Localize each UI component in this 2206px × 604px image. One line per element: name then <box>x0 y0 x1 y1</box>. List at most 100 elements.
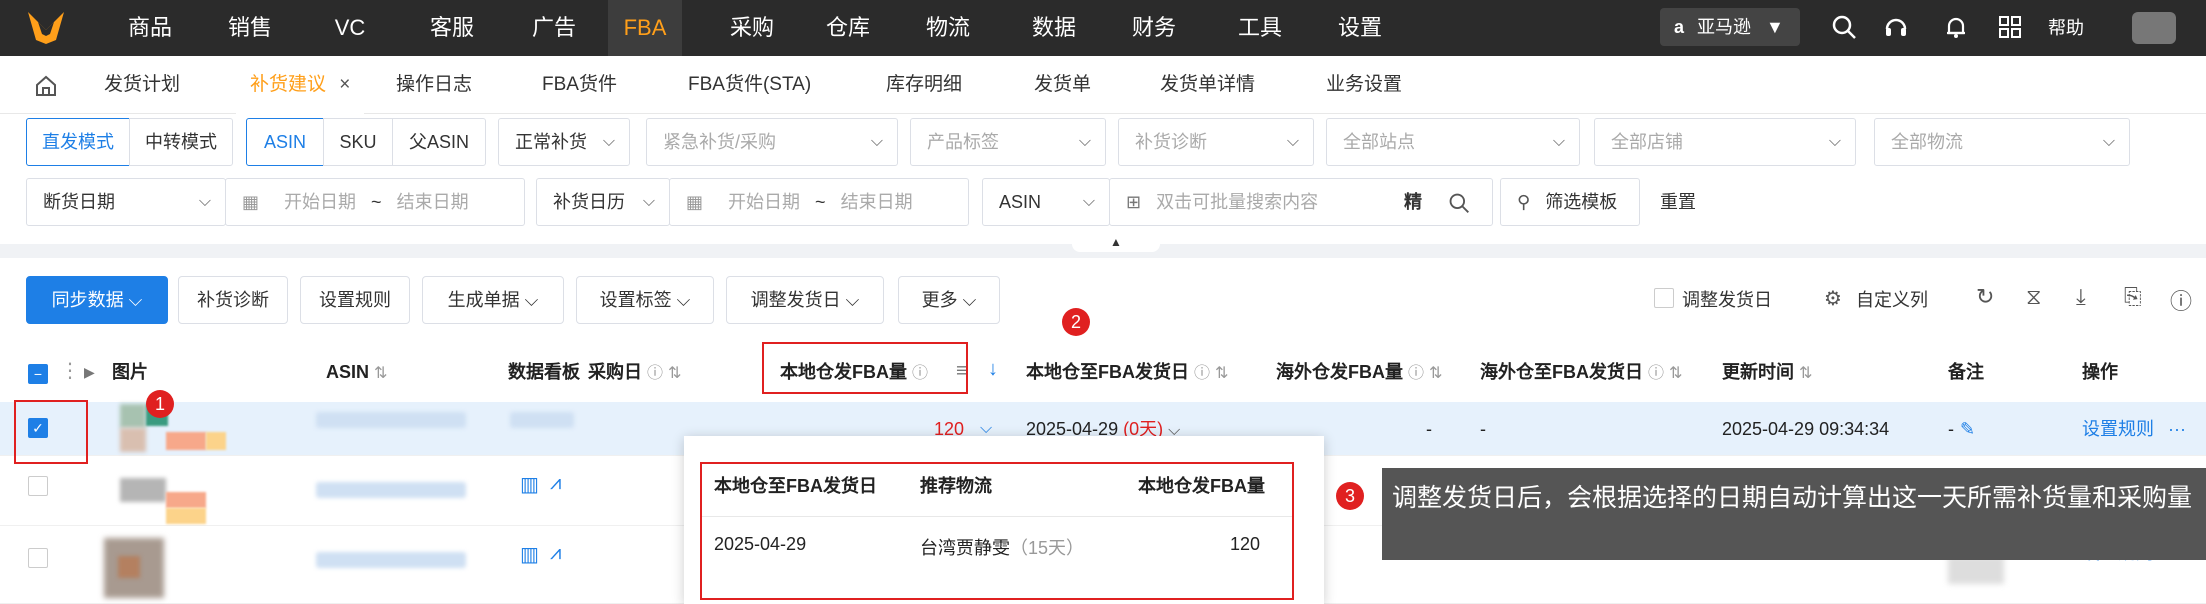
set-rules-link[interactable]: 设置规则 <box>2082 402 2154 456</box>
annotation-tooltip: 调整发货日后，会根据选择的日期自动计算出这一天所需补货量和采购量 <box>1382 468 2206 560</box>
diagnosis-select[interactable]: 补货诊断 ⌵ <box>1118 118 1314 166</box>
header-asin[interactable]: ASIN ⇅ <box>326 342 387 402</box>
hourglass-icon[interactable]: ⧖ <box>2026 284 2041 310</box>
bell-icon[interactable] <box>1942 14 1970 42</box>
edit-icon[interactable]: ✎ <box>1960 402 1975 456</box>
id-parent-asin-toggle[interactable]: 父ASIN <box>392 118 486 166</box>
remark-blur <box>1948 556 2004 584</box>
header-local-fba-date[interactable]: 本地仓至FBA发货日 ⓘ ⇅ <box>1026 342 1228 402</box>
set-tags-button[interactable]: 设置标签 ⌵ <box>576 276 714 324</box>
header-overseas-fba-date[interactable]: 海外仓至FBA发货日 ⓘ ⇅ <box>1480 342 1682 402</box>
export-icon[interactable]: ⎘ <box>2124 284 2142 310</box>
sync-data-button[interactable]: 同步数据 ⌵ <box>26 276 168 324</box>
set-rules-button[interactable]: 设置规则 <box>300 276 410 324</box>
nav-item-3[interactable]: 客服 <box>410 0 494 56</box>
bar-chart-icon[interactable]: ▥ <box>520 472 539 497</box>
asin-value[interactable] <box>316 552 466 568</box>
close-icon[interactable]: × <box>334 74 350 95</box>
header-overseas-fba-qty[interactable]: 海外仓发FBA量 ⓘ ⇅ <box>1276 342 1442 402</box>
logistics-select[interactable]: 全部物流 ⌵ <box>1874 118 2130 166</box>
tab-2[interactable]: 操作日志 <box>396 56 472 114</box>
restock-type-value: 正常补货 <box>515 132 587 152</box>
trend-chart-icon[interactable]: ⩘ <box>550 542 561 565</box>
site-select[interactable]: 全部站点 ⌵ <box>1326 118 1580 166</box>
restock-date-range[interactable]: ▦ 开始日期 ~ 结束日期 <box>669 178 969 226</box>
nav-item-7[interactable]: 仓库 <box>806 0 890 56</box>
row-checkbox[interactable] <box>28 476 48 496</box>
restock-calendar-select[interactable]: 补货日历 ⌵ <box>536 178 670 226</box>
trend-chart-icon[interactable]: ⩘ <box>550 472 561 495</box>
gear-icon[interactable]: ⚙ <box>1824 286 1842 311</box>
tab-1[interactable]: 补货建议 × <box>236 56 365 114</box>
collapse-icon[interactable]: ▲ <box>1072 236 1160 252</box>
filter-template-button[interactable]: ⚲ 筛选模板 <box>1500 178 1640 226</box>
restock-type-select[interactable]: 正常补货 ⌵ <box>498 118 630 166</box>
nav-item-12[interactable]: 设置 <box>1318 0 1402 56</box>
logo-icon[interactable] <box>26 10 66 46</box>
nav-item-2[interactable]: VC <box>318 0 382 56</box>
nav-item-1[interactable]: 销售 <box>208 0 292 56</box>
download-icon[interactable]: ⤓ <box>2076 284 2086 310</box>
help-link[interactable]: 帮助 <box>2048 0 2084 56</box>
nav-item-4[interactable]: 广告 <box>512 0 596 56</box>
nav-item-6[interactable]: 采购 <box>710 0 794 56</box>
stockout-date-select[interactable]: 断货日期 ⌵ <box>26 178 226 226</box>
urgent-select[interactable]: 紧急补货/采购 ⌵ <box>646 118 898 166</box>
header-actions: 操作 <box>2082 362 2118 382</box>
dashboard-chart-icon[interactable] <box>510 412 574 428</box>
expand-icon[interactable]: ▶ <box>84 364 95 381</box>
nav-item-10[interactable]: 财务 <box>1112 0 1196 56</box>
tab-8[interactable]: 业务设置 <box>1326 56 1402 114</box>
mode-transfer-toggle[interactable]: 中转模式 <box>129 118 233 166</box>
sort-icon: ⇅ <box>374 365 388 382</box>
select-all-checkbox[interactable]: − <box>28 364 48 384</box>
custom-columns-button[interactable]: 自定义列 <box>1856 286 1928 312</box>
stockout-date-range[interactable]: ▦ 开始日期 ~ 结束日期 <box>225 178 525 226</box>
reset-button[interactable]: 重置 <box>1660 178 1696 226</box>
nav-item-0[interactable]: 商品 <box>108 0 192 56</box>
tab-5[interactable]: 库存明细 <box>886 56 962 114</box>
generate-docs-button[interactable]: 生成单据 ⌵ <box>422 276 564 324</box>
tab-6[interactable]: 发货单 <box>1034 56 1091 114</box>
nav-item-8[interactable]: 物流 <box>906 0 990 56</box>
tab-4[interactable]: FBA货件(STA) <box>688 56 811 114</box>
nav-item-11[interactable]: 工具 <box>1218 0 1302 56</box>
avatar[interactable] <box>2132 12 2176 44</box>
help-icon[interactable]: ⓘ <box>2170 284 2192 316</box>
header-purchase-date[interactable]: 采购日 ⓘ ⇅ <box>588 342 681 402</box>
tab-0[interactable]: 发货计划 <box>104 56 180 114</box>
search-icon[interactable] <box>1448 179 1470 225</box>
nav-item-9[interactable]: 数据 <box>1012 0 1096 56</box>
asin-value[interactable] <box>316 482 466 498</box>
tab-7[interactable]: 发货单详情 <box>1160 56 1255 114</box>
marketplace-selector[interactable]: a 亚马逊 ▼ <box>1660 8 1800 46</box>
headset-icon[interactable] <box>1882 14 1910 42</box>
row-checkbox[interactable] <box>28 548 48 568</box>
shop-select[interactable]: 全部店铺 ⌵ <box>1594 118 1856 166</box>
bar-chart-icon[interactable]: ▥ <box>520 542 539 567</box>
home-icon[interactable] <box>34 74 58 103</box>
more-button[interactable]: 更多 ⌵ <box>898 276 1000 324</box>
tab-3[interactable]: FBA货件 <box>542 56 617 114</box>
nav-item-5[interactable]: FBA <box>608 0 682 56</box>
diagnosis-button[interactable]: 补货诊断 <box>178 276 288 324</box>
refresh-icon[interactable]: ↻ <box>1976 284 1994 310</box>
asin-value[interactable] <box>316 412 466 428</box>
search-field-select[interactable]: ASIN ⌵ <box>982 178 1110 226</box>
search-icon[interactable] <box>1830 14 1858 42</box>
search-input[interactable]: ⊞ 双击可批量搜索内容 精 <box>1109 178 1493 226</box>
id-sku-toggle[interactable]: SKU <box>323 118 393 166</box>
apps-icon[interactable] <box>1996 14 2024 42</box>
id-asin-toggle[interactable]: ASIN <box>246 118 324 166</box>
exact-match-toggle[interactable]: 精 <box>1404 179 1422 225</box>
sort-icon: ⇅ <box>1669 365 1683 382</box>
overseas-qty-value: - <box>1426 419 1432 439</box>
product-tag-select[interactable]: 产品标签 ⌵ <box>910 118 1106 166</box>
sort-desc-icon[interactable]: ↓ <box>988 358 998 381</box>
header-updated[interactable]: 更新时间 ⇅ <box>1722 342 1812 402</box>
more-actions-icon[interactable]: ··· <box>2168 402 2186 456</box>
drag-handle-icon[interactable]: ⋮ <box>60 358 80 383</box>
adjust-date-checkbox[interactable] <box>1654 288 1674 308</box>
adjust-date-button[interactable]: 调整发货日 ⌵ <box>726 276 884 324</box>
mode-direct-toggle[interactable]: 直发模式 <box>26 118 130 166</box>
